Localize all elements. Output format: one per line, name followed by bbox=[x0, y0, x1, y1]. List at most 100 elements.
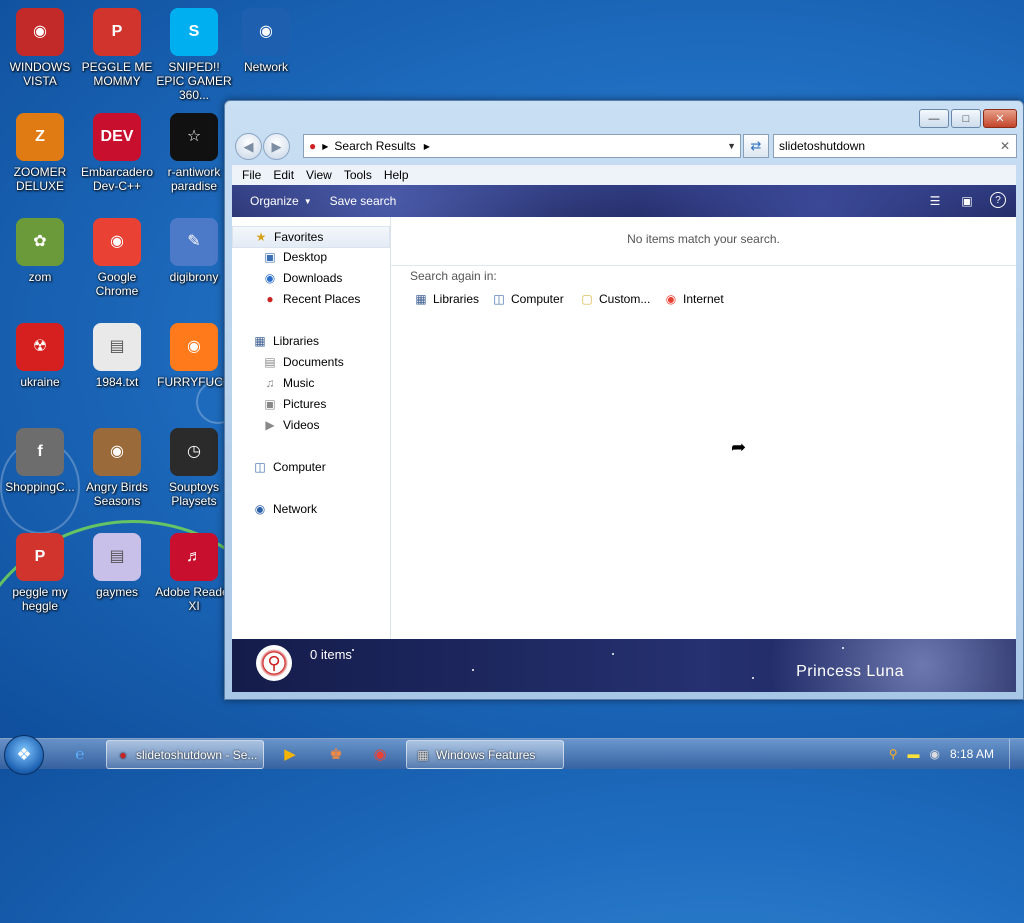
network-icon: ◉ bbox=[242, 8, 290, 56]
search-in-computer-label: Computer bbox=[511, 292, 564, 306]
recent-places-icon: ● bbox=[266, 292, 274, 306]
desktop-icon-label: PEGGLE ME MOMMY bbox=[81, 60, 153, 88]
pictures-icon: ▣ bbox=[264, 397, 276, 411]
souptoys-icon: ◷ bbox=[170, 428, 218, 476]
forward-button[interactable]: ▶ bbox=[263, 133, 290, 160]
menu-edit[interactable]: Edit bbox=[273, 168, 294, 182]
nav-desktop[interactable]: ▣ Desktop bbox=[262, 247, 327, 267]
desktop-icon-12[interactable]: ◉ FURRYFUCK bbox=[154, 321, 234, 389]
desktop-icon-14[interactable]: ◉ Angry Birds Seasons bbox=[77, 426, 157, 508]
help-icon[interactable]: ? bbox=[990, 192, 1006, 208]
computer-icon: ◫ bbox=[254, 460, 266, 474]
nav-pictures[interactable]: ▣ Pictures bbox=[262, 394, 326, 414]
nav-videos-label: Videos bbox=[283, 418, 320, 432]
minimize-button[interactable]: — bbox=[919, 109, 949, 128]
desktop-icon-10[interactable]: ☢ ukraine bbox=[0, 321, 80, 389]
desktop-icon-16[interactable]: Ppeggle my heggle bbox=[0, 531, 80, 613]
search-in-custom[interactable]: ▢ Custom... bbox=[579, 291, 650, 307]
desktop-icon-label: Network bbox=[243, 60, 288, 74]
desktop-icon-label: zom bbox=[28, 270, 52, 284]
desktop-icon-4[interactable]: Z ZOOMER DELUXE bbox=[0, 111, 80, 193]
desktop-icon-label: digibrony bbox=[169, 270, 219, 284]
nav-favorites[interactable]: ★ Favorites bbox=[232, 226, 390, 248]
save-search-button[interactable]: Save search bbox=[330, 194, 397, 208]
antiwork-icon: ☆ bbox=[170, 113, 218, 161]
refresh-button[interactable]: ⇄ bbox=[743, 134, 769, 158]
search-in-internet[interactable]: ◉ Internet bbox=[663, 291, 724, 307]
desktop-icon-17[interactable]: ▤ gaymes bbox=[77, 531, 157, 599]
close-button[interactable]: ✕ bbox=[983, 109, 1017, 128]
desktop-icon-label: ShoppingC... bbox=[5, 480, 75, 494]
taskbar: ❖ ℮ ● slidetoshutdown - Se... ▶ ♚ ◉ ▦ Wi… bbox=[0, 735, 1024, 775]
menu-help[interactable]: Help bbox=[384, 168, 409, 182]
nav-libraries[interactable]: ▦ Libraries bbox=[252, 331, 319, 351]
organize-button[interactable]: Organize ▼ bbox=[250, 194, 312, 208]
address-bar[interactable]: ● ▶ Search Results ▶ ▼ bbox=[303, 134, 741, 158]
search-input[interactable]: slidetoshutdown bbox=[779, 139, 865, 153]
menu-view[interactable]: View bbox=[306, 168, 332, 182]
task-explorer-label: slidetoshutdown - Se... bbox=[136, 747, 258, 762]
maximize-button[interactable]: □ bbox=[951, 109, 981, 128]
search-results-icon: ● bbox=[119, 747, 127, 762]
peggle-icon: P bbox=[93, 8, 141, 56]
nav-videos[interactable]: ▶ Videos bbox=[262, 415, 319, 435]
desktop-icon-1[interactable]: P PEGGLE ME MOMMY bbox=[77, 6, 157, 88]
clear-search-icon[interactable]: ✕ bbox=[1000, 139, 1010, 153]
nav-documents[interactable]: ▤ Documents bbox=[262, 352, 343, 372]
chrome-icon[interactable]: ◉ bbox=[360, 741, 400, 767]
desktop-icon-2[interactable]: S SNIPED!! EPIC GAMER 360... bbox=[154, 6, 234, 102]
desktop-icon-9[interactable]: ✎ digibrony bbox=[154, 216, 234, 284]
navigation-pane: ★ Favorites ▣ Desktop ◉ Downloads ● Rece… bbox=[232, 217, 391, 639]
explorer-window: — □ ✕ ◀ ▶ ● ▶ Search Results ▶ ▼ ⇄ slide… bbox=[224, 100, 1024, 700]
desktop-icon-11[interactable]: ▤ 1984.txt bbox=[77, 321, 157, 389]
internet-explorer-icon[interactable]: ℮ bbox=[60, 741, 100, 767]
flower-icon: ✿ bbox=[16, 218, 64, 266]
search-results-icon: ● bbox=[309, 139, 317, 153]
nav-music[interactable]: ♫ Music bbox=[262, 373, 315, 393]
save-search-label: Save search bbox=[329, 194, 397, 208]
nav-computer[interactable]: ◫ Computer bbox=[252, 457, 325, 477]
task-explorer-search[interactable]: ● slidetoshutdown - Se... bbox=[106, 740, 264, 769]
desktop-icon-label: 1984.txt bbox=[95, 375, 139, 389]
desktop-icon: ▣ bbox=[264, 250, 276, 264]
star-icon: ★ bbox=[255, 230, 267, 244]
search-tray-icon[interactable]: ⚲ bbox=[889, 747, 898, 761]
search-in-computer[interactable]: ◫ Computer bbox=[491, 291, 564, 307]
nav-recent-places[interactable]: ● Recent Places bbox=[262, 289, 360, 309]
task-windows-features[interactable]: ▦ Windows Features bbox=[406, 740, 564, 769]
desktop-icon-18[interactable]: ♬ Adobe Reader XI bbox=[154, 531, 234, 613]
nav-network[interactable]: ◉ Network bbox=[252, 499, 317, 519]
back-button[interactable]: ◀ bbox=[235, 133, 262, 160]
preview-pane-icon[interactable]: ▣ bbox=[958, 192, 976, 210]
search-in-libraries[interactable]: ▦ Libraries bbox=[413, 291, 479, 307]
start-button[interactable]: ❖ bbox=[4, 735, 44, 775]
address-dropdown-icon[interactable]: ▼ bbox=[727, 141, 736, 151]
paint-icon[interactable]: ♚ bbox=[316, 741, 356, 767]
desktop-icon-label: Adobe Reader XI bbox=[155, 585, 233, 613]
media-player-icon[interactable]: ▶ bbox=[270, 741, 310, 767]
search-box[interactable]: slidetoshutdown ✕ bbox=[773, 134, 1017, 158]
desktop-icon-0[interactable]: ◉ WINDOWS VISTA bbox=[0, 6, 80, 88]
menu-bar: File Edit View Tools Help bbox=[232, 165, 1016, 185]
libraries-icon: ▦ bbox=[254, 334, 266, 348]
menu-file[interactable]: File bbox=[242, 168, 261, 182]
desktop-icon-3[interactable]: ◉ Network bbox=[226, 6, 306, 74]
volume-tray-icon[interactable]: ◉ bbox=[929, 747, 939, 761]
nav-downloads[interactable]: ◉ Downloads bbox=[262, 268, 343, 288]
desktop-icon-5[interactable]: DEV Embarcadero Dev-C++ bbox=[77, 111, 157, 193]
firefox-icon: ◉ bbox=[170, 323, 218, 371]
desktop-icon-15[interactable]: ◷ Souptoys Playsets bbox=[154, 426, 234, 508]
notification-tray-icon[interactable]: ▬ bbox=[907, 747, 919, 761]
clock[interactable]: 8:18 AM bbox=[950, 747, 994, 761]
caption-buttons: — □ ✕ bbox=[919, 109, 1017, 128]
desktop-icon-13[interactable]: f ShoppingC... bbox=[0, 426, 80, 494]
chrome-icon: ◉ bbox=[93, 218, 141, 266]
desktop-icon-7[interactable]: ✿ zom bbox=[0, 216, 80, 284]
network-icon: ◉ bbox=[254, 502, 266, 516]
change-view-icon[interactable]: ☰ bbox=[926, 192, 944, 210]
desktop-icon-8[interactable]: ◉ Google Chrome bbox=[77, 216, 157, 298]
show-desktop-button[interactable] bbox=[1009, 739, 1024, 769]
menu-tools[interactable]: Tools bbox=[344, 168, 372, 182]
desktop-icon-6[interactable]: ☆ r-antiwork paradise bbox=[154, 111, 234, 193]
search-in-custom-label: Custom... bbox=[599, 292, 651, 306]
